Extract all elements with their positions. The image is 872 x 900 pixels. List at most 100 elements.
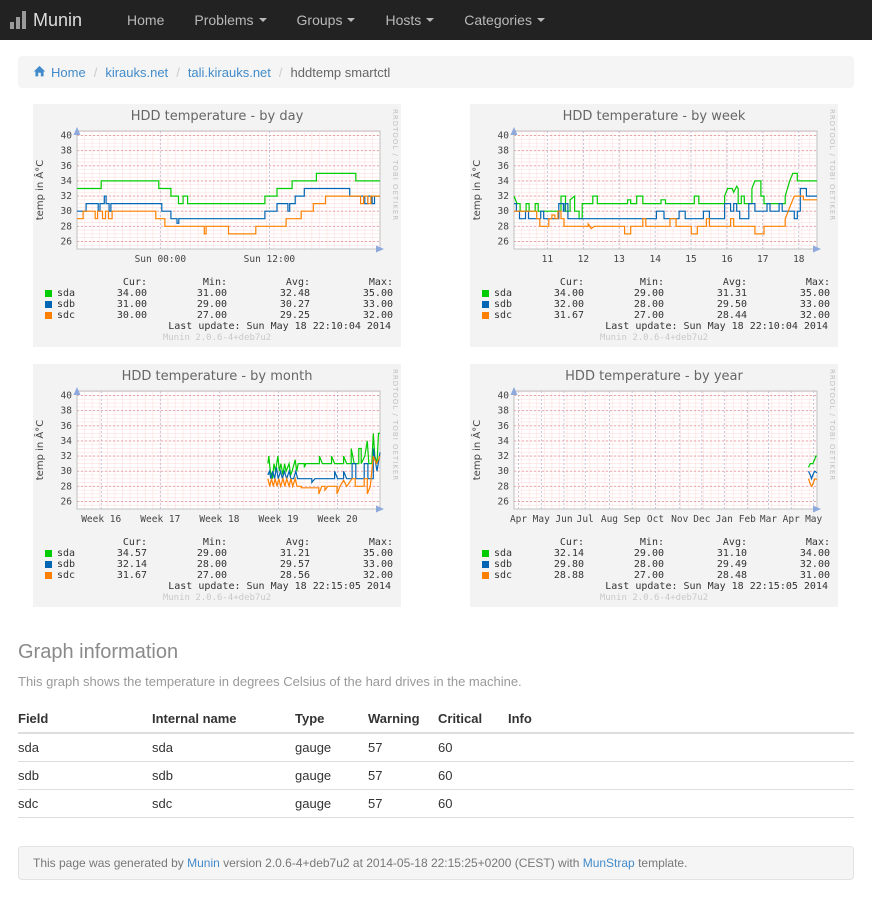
svg-text:Feb: Feb: [739, 514, 756, 525]
nav-item-hosts[interactable]: Hosts: [370, 0, 449, 40]
munin-link[interactable]: Munin: [187, 856, 220, 870]
svg-text:40: 40: [498, 391, 510, 402]
legend-swatch-sda: [482, 550, 489, 557]
svg-text:26: 26: [498, 496, 510, 507]
legend-row-sda: sda32.1429.0031.1034.00: [478, 548, 830, 559]
chart-by-week[interactable]: RRDTOOL / TOBI OETIKERHDD temperature - …: [470, 104, 838, 347]
svg-text:34: 34: [61, 436, 73, 447]
legend-value: 31.00: [747, 570, 830, 581]
column-header-internal-name: Internal name: [152, 705, 295, 733]
legend-value: 32.00: [747, 559, 830, 570]
legend-swatch-sdc: [45, 312, 52, 319]
chart-legend: Cur:Min:Avg:Max:sda32.1429.0031.1034.00s…: [478, 537, 830, 581]
svg-text:Dec: Dec: [693, 514, 710, 525]
svg-text:Jul: Jul: [577, 514, 594, 525]
legend-swatch-sdb: [45, 561, 52, 568]
legend-swatch-sdc: [482, 572, 489, 579]
legend-header: Max:: [747, 277, 830, 288]
legend-header: Min:: [147, 537, 227, 548]
cell-internal-name: sdc: [152, 790, 295, 818]
legend-value: 28.44: [664, 310, 747, 321]
cell-warning: 57: [368, 733, 438, 762]
footer-text: template.: [635, 856, 688, 870]
munin-version-watermark: Munin 2.0.6-4+deb7u2: [470, 593, 838, 607]
cell-critical: 60: [438, 733, 508, 762]
svg-text:36: 36: [61, 161, 73, 172]
svg-text:May: May: [533, 514, 550, 525]
legend-swatch-sdb: [482, 301, 489, 308]
chevron-down-icon: [426, 18, 434, 22]
nav-item-groups[interactable]: Groups: [282, 0, 371, 40]
legend-value: 31.31: [664, 288, 747, 299]
legend-header: Min:: [584, 277, 664, 288]
nav-item-categories[interactable]: Categories: [449, 0, 560, 40]
chart-title: HDD temperature - by month: [33, 369, 401, 386]
nav-item-label: Categories: [464, 12, 532, 28]
svg-text:36: 36: [61, 421, 73, 432]
legend-swatch-sda: [45, 290, 52, 297]
nav-item-home[interactable]: Home: [112, 0, 179, 40]
svg-text:30: 30: [61, 466, 73, 477]
legend-label: sdc: [57, 570, 75, 581]
legend-header: Avg:: [227, 537, 310, 548]
charts-grid: RRDTOOL / TOBI OETIKERHDD temperature - …: [0, 104, 872, 607]
legend-swatch-sdb: [482, 561, 489, 568]
svg-text:40: 40: [61, 131, 73, 142]
cell-field: sdc: [18, 790, 152, 818]
svg-text:12: 12: [578, 254, 589, 265]
nav-item-label: Hosts: [385, 12, 421, 28]
svg-text:16: 16: [721, 254, 733, 265]
svg-text:Aug: Aug: [601, 514, 618, 525]
y-axis-label: temp in Â°C: [33, 420, 46, 480]
legend-value: 29.00: [584, 288, 664, 299]
legend-value: 33.00: [310, 559, 393, 570]
svg-text:18: 18: [793, 254, 805, 265]
graph-info-section: Graph information This graph shows the t…: [18, 641, 854, 818]
svg-text:38: 38: [61, 146, 73, 157]
legend-value: 27.00: [584, 570, 664, 581]
nav-item-label: Home: [127, 12, 164, 28]
legend-row-sdc: sdc28.8827.0028.4831.00: [478, 570, 830, 581]
legend-value: 28.00: [584, 299, 664, 310]
legend-value: 29.57: [227, 559, 310, 570]
footer-text: This page was generated by: [33, 856, 187, 870]
legend-value: 31.21: [227, 548, 310, 559]
nav-item-problems[interactable]: Problems: [179, 0, 281, 40]
breadcrumb-separator: /: [271, 65, 291, 80]
munstrap-link[interactable]: MunStrap: [583, 856, 635, 870]
legend-value: 33.00: [747, 299, 830, 310]
chart-by-year[interactable]: RRDTOOL / TOBI OETIKERHDD temperature - …: [470, 364, 838, 607]
chart-by-day[interactable]: RRDTOOL / TOBI OETIKERHDD temperature - …: [33, 104, 401, 347]
cell-info: [508, 733, 854, 762]
legend-value: 27.00: [147, 310, 227, 321]
legend-label: sda: [57, 288, 75, 299]
legend-header: Min:: [147, 277, 227, 288]
legend-label: sdc: [57, 310, 75, 321]
legend-header: Avg:: [227, 277, 310, 288]
cell-type: gauge: [295, 790, 368, 818]
svg-text:40: 40: [498, 131, 510, 142]
legend-value: 28.00: [147, 559, 227, 570]
legend-header: Max:: [747, 537, 830, 548]
chart-title: HDD temperature - by week: [470, 109, 838, 126]
last-update: Last update: Sun May 18 22:15:05 2014: [470, 581, 838, 593]
table-row: sdbsdbgauge5760: [18, 762, 854, 790]
svg-text:38: 38: [498, 406, 510, 417]
svg-text:Apr: Apr: [510, 514, 527, 525]
legend-value: 31.10: [664, 548, 747, 559]
svg-text:36: 36: [498, 421, 510, 432]
chart-canvas: 2628303234363840AprMayJunJulAugSepOctNov…: [470, 386, 830, 536]
breadcrumb-item-kirauks-net[interactable]: kirauks.net: [105, 65, 168, 80]
chart-by-month[interactable]: RRDTOOL / TOBI OETIKERHDD temperature - …: [33, 364, 401, 607]
svg-text:28: 28: [61, 221, 73, 232]
svg-text:26: 26: [61, 496, 73, 507]
brand[interactable]: Munin: [0, 0, 94, 40]
munin-version-watermark: Munin 2.0.6-4+deb7u2: [33, 333, 401, 347]
legend-value: 35.00: [310, 288, 393, 299]
cell-warning: 57: [368, 762, 438, 790]
legend-label: sdc: [494, 570, 512, 581]
legend-value: 31.67: [103, 570, 147, 581]
breadcrumb-item-tali-kirauks-net[interactable]: tali.kirauks.net: [188, 65, 271, 80]
breadcrumb-item-home[interactable]: Home: [33, 64, 86, 80]
legend-row-sdb: sdb29.8028.0029.4932.00: [478, 559, 830, 570]
